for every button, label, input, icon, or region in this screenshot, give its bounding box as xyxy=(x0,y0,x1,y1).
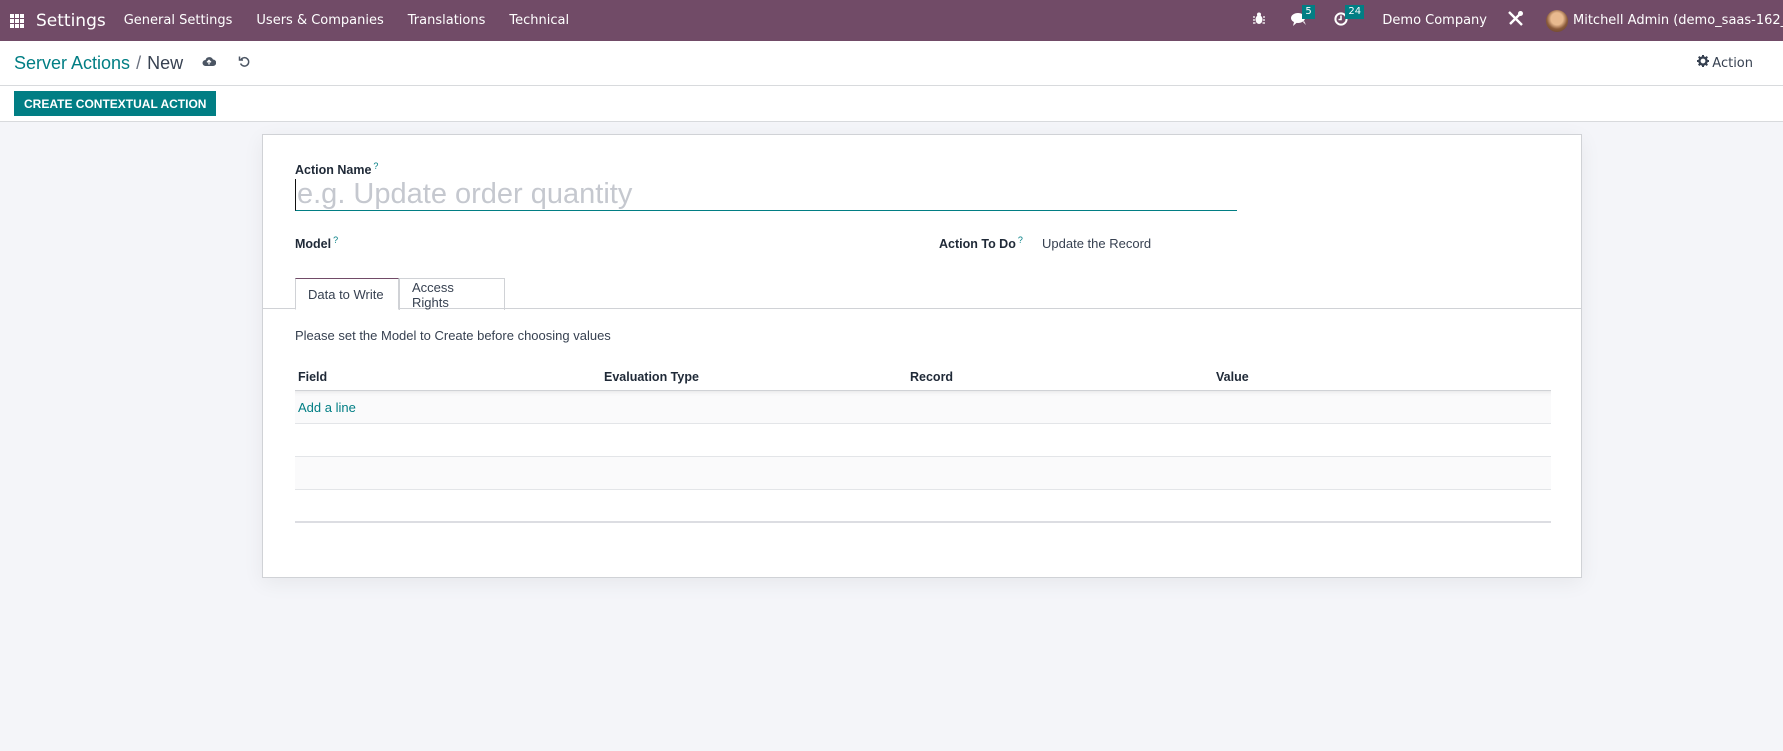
add-a-line-link[interactable]: Add a line xyxy=(295,400,356,415)
user-avatar[interactable] xyxy=(1546,9,1568,32)
table-header: Field Evaluation Type Record Value xyxy=(295,363,1551,391)
menu-technical[interactable]: Technical xyxy=(509,13,569,28)
control-panel: Server Actions / New Action CREATE CONTEXT… xyxy=(0,41,1783,122)
column-header-record[interactable]: Record xyxy=(907,370,1213,384)
action-to-do-value[interactable]: Update the Record xyxy=(1042,236,1151,251)
model-hint-text: Please set the Model to Create before ch… xyxy=(295,328,611,343)
help-tooltip-icon[interactable]: ? xyxy=(1018,235,1023,245)
model-label-text: Model xyxy=(295,237,332,252)
messages-badge: 5 xyxy=(1302,4,1315,19)
chat-icon[interactable]: 5 xyxy=(1291,4,1315,30)
column-header-value[interactable]: Value xyxy=(1213,370,1519,384)
column-header-field[interactable]: Field xyxy=(295,370,601,384)
control-panel-buttons: CREATE CONTEXTUAL ACTION xyxy=(0,87,1783,122)
table-row: Add a line xyxy=(295,391,1551,424)
data-to-write-table: Field Evaluation Type Record Value Add a… xyxy=(295,363,1551,523)
menu-users-companies[interactable]: Users & Companies xyxy=(256,13,383,28)
action-menu-button[interactable]: Action xyxy=(1697,55,1753,71)
tab-access-rights[interactable]: Access Rights xyxy=(399,278,505,310)
help-tooltip-icon[interactable]: ? xyxy=(333,235,338,245)
apps-grid-icon[interactable] xyxy=(10,13,24,28)
menu-translations[interactable]: Translations xyxy=(408,13,486,28)
tools-icon[interactable] xyxy=(1507,10,1524,31)
action-to-do-label: Action To Do? xyxy=(939,235,1023,251)
table-row xyxy=(295,490,1551,523)
undo-icon[interactable] xyxy=(238,55,252,69)
app-brand[interactable]: Settings xyxy=(36,11,106,31)
breadcrumb-current: New xyxy=(147,53,184,73)
cloud-upload-icon[interactable] xyxy=(202,55,217,69)
action-name-input[interactable] xyxy=(295,179,1237,211)
tab-data-to-write[interactable]: Data to Write xyxy=(295,278,399,310)
breadcrumb-separator: / xyxy=(136,53,142,73)
action-name-label: Action Name? xyxy=(295,161,378,177)
action-menu-label: Action xyxy=(1712,55,1753,71)
action-to-do-label-text: Action To Do xyxy=(939,237,1016,252)
top-navbar: Settings General Settings Users & Compan… xyxy=(0,0,1783,41)
breadcrumb-server-actions[interactable]: Server Actions xyxy=(14,53,130,73)
action-name-label-text: Action Name xyxy=(295,163,372,178)
help-tooltip-icon[interactable]: ? xyxy=(373,161,378,171)
control-panel-top: Server Actions / New Action xyxy=(0,41,1783,86)
table-row xyxy=(295,457,1551,490)
column-header-evaluation-type[interactable]: Evaluation Type xyxy=(601,370,907,384)
clock-icon[interactable]: 24 xyxy=(1334,4,1365,30)
activities-badge: 24 xyxy=(1345,4,1365,19)
model-label: Model? xyxy=(295,235,338,251)
breadcrumb: Server Actions / New xyxy=(14,53,183,74)
gear-icon xyxy=(1697,55,1710,71)
table-row xyxy=(295,424,1551,457)
user-menu[interactable]: Mitchell Admin (demo_saas-162_3b3b04d763… xyxy=(1573,13,1783,28)
form-sheet: Action Name? Model? Action To Do? Update… xyxy=(262,134,1582,578)
bug-icon[interactable] xyxy=(1253,12,1266,29)
create-contextual-action-button[interactable]: CREATE CONTEXTUAL ACTION xyxy=(14,91,217,116)
company-switcher[interactable]: Demo Company xyxy=(1382,13,1487,28)
menu-general-settings[interactable]: General Settings xyxy=(124,13,233,28)
notebook-tabs: Data to Write Access Rights xyxy=(263,277,1581,310)
